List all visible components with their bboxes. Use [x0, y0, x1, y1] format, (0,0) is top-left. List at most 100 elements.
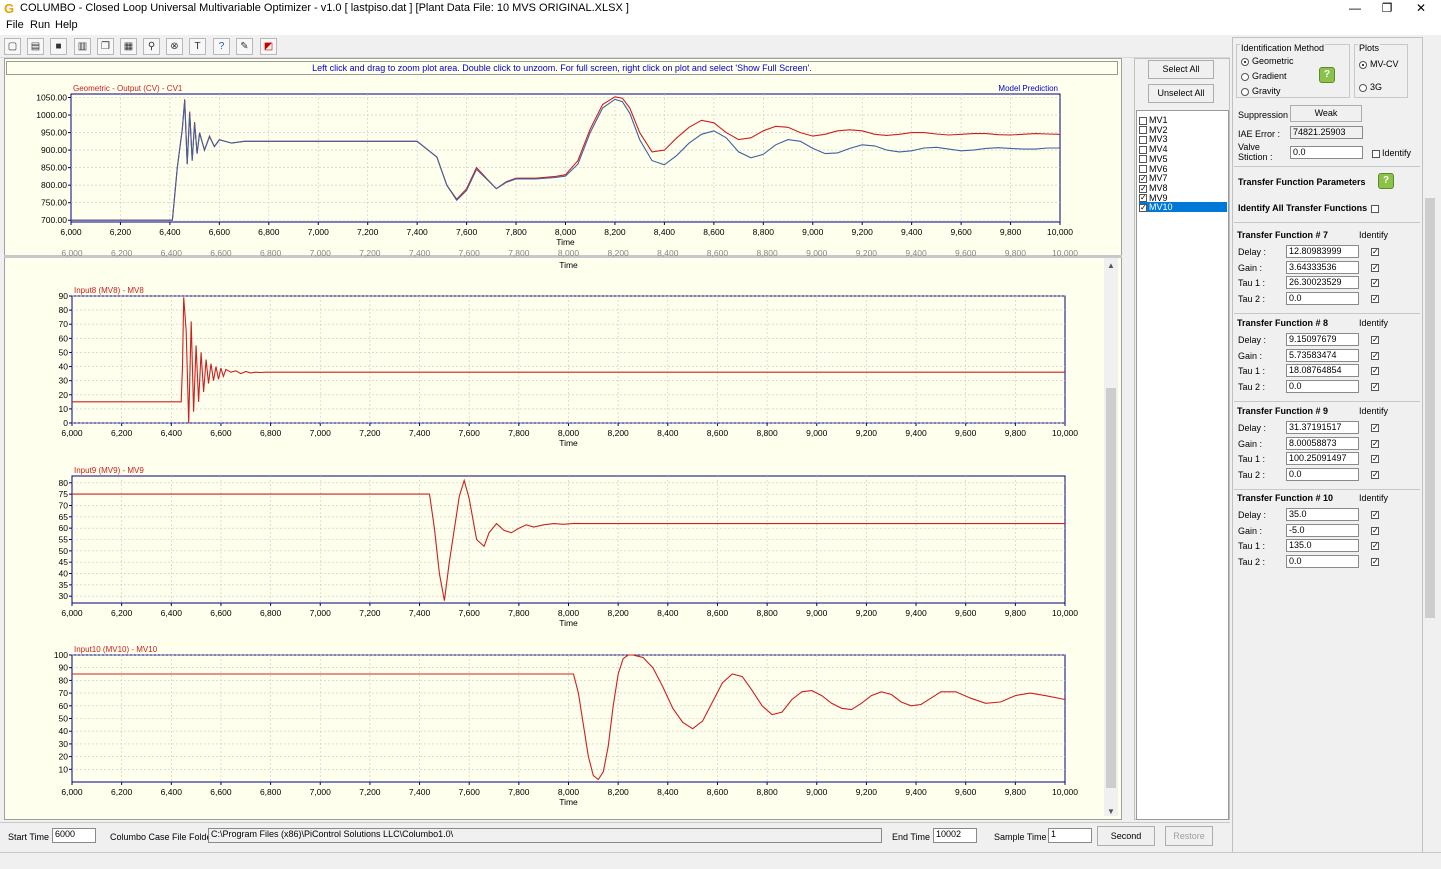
chart-2[interactable]: Input8 (MV8) - MV8 6,000 6,200 6,400 6,600 6,… — [59, 286, 1079, 448]
end-time-input[interactable]: 10002 — [933, 828, 977, 843]
tf-tau2-identify-checkbox[interactable]: ✓ — [1371, 381, 1381, 393]
series-checkbox[interactable] — [1139, 116, 1147, 125]
series-checkbox[interactable]: ✓ — [1139, 203, 1147, 212]
help-method-icon[interactable]: ? — [1319, 67, 1335, 83]
menu-file[interactable]: File — [6, 19, 24, 31]
tf-delay-input[interactable]: 9.15097679 — [1286, 333, 1359, 346]
identify-all-checkbox[interactable] — [1371, 203, 1381, 215]
grid-icon[interactable]: ▦ — [120, 38, 137, 55]
scroll-down-icon[interactable]: ▼ — [1107, 807, 1115, 816]
chart-4[interactable]: Input10 (MV10) - MV10 6,000 6,200 6,400 6,60… — [54, 645, 1078, 807]
time-unit-button[interactable]: Second — [1097, 826, 1155, 846]
tf-gain-identify-checkbox[interactable]: ✓ — [1371, 350, 1381, 362]
tf-gain-input[interactable]: -5.0 — [1286, 523, 1359, 537]
tf-gain-identify-checkbox[interactable]: ✓ — [1371, 525, 1381, 537]
series-item-mv10[interactable]: ✓ MV10 — [1139, 202, 1227, 213]
tf-tau2-identify-checkbox[interactable]: ✓ — [1371, 469, 1381, 481]
series-checkbox[interactable] — [1139, 126, 1147, 135]
chart-3[interactable]: Input9 (MV9) - MV9 6,000 6,200 6,400 6,600 6,… — [59, 466, 1079, 628]
method-gradient-radio[interactable]: Gradient — [1241, 71, 1287, 81]
tf-tau1-identify-checkbox[interactable]: ✓ — [1371, 453, 1381, 465]
series-checkbox[interactable] — [1139, 136, 1147, 145]
tf-gain-input[interactable]: 5.73583474 — [1286, 348, 1359, 362]
series-checkbox[interactable] — [1139, 165, 1147, 174]
chart-icon[interactable]: ◩ — [260, 38, 277, 55]
tf-tau1-identify-checkbox[interactable]: ✓ — [1371, 540, 1381, 552]
tf-tau1-input[interactable]: 18.08764854 — [1286, 364, 1359, 378]
help-icon[interactable]: ? — [213, 38, 230, 55]
series-item-mv1[interactable]: MV1 — [1139, 115, 1227, 125]
series-listbox[interactable]: MV1 MV2 MV3 MV4 MV5 MV6 ✓ MV7 ✓ MV8 ✓ MV9 ✓ MV10 — [1136, 110, 1229, 820]
tf-tau1-input[interactable]: 100.25091497 — [1286, 452, 1359, 466]
help-tf-icon[interactable]: ? — [1378, 173, 1394, 189]
tf-tau1-identify-checkbox[interactable]: ✓ — [1371, 365, 1381, 377]
stop-icon[interactable]: ⊗ — [166, 38, 183, 55]
tf-delay-input[interactable]: 12.80983999 — [1286, 245, 1359, 258]
restore-button[interactable]: Restore — [1165, 826, 1213, 846]
series-item-mv3[interactable]: MV3 — [1139, 134, 1227, 144]
tf-tau1-input[interactable]: 26.30023529 — [1286, 276, 1359, 290]
suppression-button[interactable]: Weak — [1290, 105, 1362, 122]
tf-delay-identify-checkbox[interactable]: ✓ — [1371, 246, 1381, 258]
tf-delay-identify-checkbox[interactable]: ✓ — [1371, 422, 1381, 434]
plot-mvcv-radio[interactable]: MV-CV — [1359, 59, 1399, 69]
series-checkbox[interactable] — [1139, 155, 1147, 164]
tf-tau2-input[interactable]: 0.0 — [1286, 555, 1359, 569]
start-time-input[interactable]: 6000 — [52, 828, 96, 843]
maximize-button[interactable]: ❐ — [1370, 0, 1404, 17]
sample-time-input[interactable]: 1 — [1048, 828, 1092, 843]
series-item-mv2[interactable]: MV2 — [1139, 125, 1227, 135]
tf-delay-input[interactable]: 35.0 — [1286, 508, 1359, 521]
pen-icon[interactable]: ✎ — [236, 38, 253, 55]
tf-tau1-identify-checkbox[interactable]: ✓ — [1371, 277, 1381, 289]
save-icon[interactable]: ■ — [50, 38, 67, 55]
series-checkbox[interactable]: ✓ — [1139, 194, 1147, 203]
plot-scrollbar-thumb[interactable] — [1106, 388, 1116, 788]
select-all-button[interactable]: Select All — [1148, 60, 1214, 79]
copy-icon[interactable]: ❐ — [97, 38, 114, 55]
menu-help[interactable]: Help — [55, 19, 78, 31]
close-button[interactable]: ✕ — [1404, 0, 1438, 17]
method-geometric-radio[interactable]: Geometric — [1241, 56, 1294, 66]
stiction-identify-checkbox[interactable]: Identify — [1372, 148, 1411, 158]
chart-1[interactable]: Geometric - Output (CV) - CV1 Model Predi… — [36, 84, 1073, 247]
unselect-all-button[interactable]: Unselect All — [1148, 84, 1214, 103]
minimize-button[interactable]: — — [1338, 0, 1372, 17]
series-checkbox[interactable] — [1139, 145, 1147, 154]
series-item-mv9[interactable]: ✓ MV9 — [1139, 193, 1227, 203]
series-item-mv4[interactable]: MV4 — [1139, 144, 1227, 154]
text-icon[interactable]: T — [189, 38, 206, 55]
tf-delay-identify-checkbox[interactable]: ✓ — [1371, 509, 1381, 521]
tf-gain-identify-checkbox[interactable]: ✓ — [1371, 438, 1381, 450]
series-checkbox[interactable]: ✓ — [1139, 174, 1147, 183]
valve-stiction-input[interactable]: 0.0 — [1290, 146, 1363, 159]
series-item-mv7[interactable]: ✓ MV7 — [1139, 173, 1227, 183]
params-scrollbar-thumb[interactable] — [1425, 198, 1435, 618]
method-gravity-radio[interactable]: Gravity — [1241, 86, 1281, 96]
tf-tau2-identify-checkbox[interactable]: ✓ — [1371, 556, 1381, 568]
folder-path[interactable]: C:\Program Files (x86)\PiControl Solutio… — [208, 828, 882, 843]
scroll-up-icon[interactable]: ▲ — [1107, 261, 1115, 270]
menu-run[interactable]: Run — [30, 19, 50, 31]
tf-tau2-input[interactable]: 0.0 — [1286, 468, 1359, 482]
series-item-mv5[interactable]: MV5 — [1139, 154, 1227, 164]
series-item-mv8[interactable]: ✓ MV8 — [1139, 183, 1227, 193]
new-icon[interactable]: ▢ — [4, 38, 21, 55]
open-icon[interactable]: ▤ — [27, 38, 44, 55]
plots-svg[interactable]: 6,000 6,200 6,400 6,600 6,800 7,000 7,200 7,400… — [4, 58, 1122, 820]
tf-tau1-input[interactable]: 135.0 — [1286, 539, 1359, 553]
series-item-mv6[interactable]: MV6 — [1139, 164, 1227, 174]
series-checkbox[interactable]: ✓ — [1139, 184, 1147, 193]
tf-tau2-input[interactable]: 0.0 — [1286, 380, 1359, 394]
tf-gain-input[interactable]: 3.64333536 — [1286, 260, 1359, 274]
zoom-icon[interactable]: ⚲ — [143, 38, 160, 55]
plot-3g-radio[interactable]: 3G — [1359, 82, 1382, 92]
tf-delay-input[interactable]: 31.37191517 — [1286, 421, 1359, 434]
tf-tau2-identify-checkbox[interactable]: ✓ — [1371, 293, 1381, 305]
chart-frame[interactable] — [71, 295, 1066, 424]
tf-gain-input[interactable]: 8.00058873 — [1286, 436, 1359, 450]
tf-tau2-input[interactable]: 0.0 — [1286, 292, 1359, 306]
tf-delay-identify-checkbox[interactable]: ✓ — [1371, 334, 1381, 346]
print-icon[interactable]: ▥ — [74, 38, 91, 55]
tf-gain-identify-checkbox[interactable]: ✓ — [1371, 262, 1381, 274]
